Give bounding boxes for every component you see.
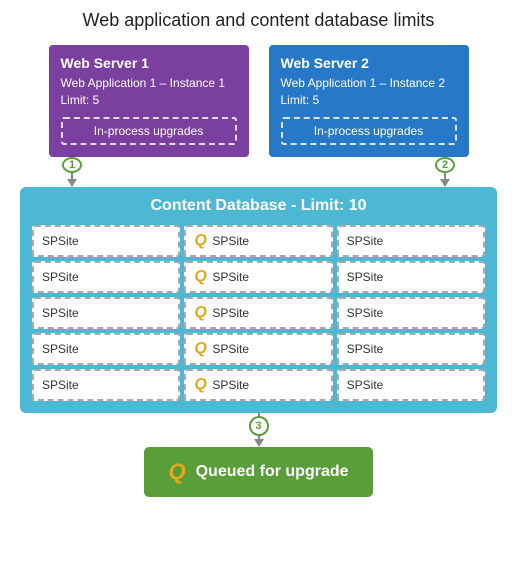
- spsite-cell: SPSite: [337, 297, 485, 329]
- q-icon: Q: [194, 304, 208, 322]
- spsite-cell: SPSite: [32, 225, 180, 257]
- spsite-cell: SPSite: [32, 261, 180, 293]
- circle-3: 3: [249, 416, 269, 436]
- spsite-cell: SPSite: [337, 369, 485, 401]
- top-arrows: 1 2: [10, 157, 507, 187]
- spsite-cell: QSPSite: [184, 369, 332, 401]
- circle-1: 1: [62, 157, 82, 173]
- queued-label: Queued for upgrade: [196, 463, 349, 481]
- queued-row: Q Queued for upgrade: [10, 447, 507, 497]
- web-server-1-info: Web Application 1 – Instance 1 Limit: 5: [61, 75, 237, 109]
- circle-2: 2: [435, 157, 455, 173]
- spsite-cell: QSPSite: [184, 261, 332, 293]
- page-title: Web application and content database lim…: [10, 10, 507, 31]
- web-server-2-info: Web Application 1 – Instance 2 Limit: 5: [281, 75, 457, 109]
- inprocess-box-1: In-process upgrades: [61, 117, 237, 145]
- q-icon: Q: [194, 340, 208, 358]
- bottom-arrow-section: 3: [10, 413, 507, 447]
- spsite-cell: SPSite: [337, 333, 485, 365]
- spsite-cell: QSPSite: [184, 225, 332, 257]
- spsite-cell: SPSite: [337, 261, 485, 293]
- spsite-cell: SPSite: [32, 333, 180, 365]
- arrow-2: 2: [435, 157, 455, 187]
- web-servers-row: Web Server 1 Web Application 1 – Instanc…: [10, 45, 507, 157]
- inprocess-box-2: In-process upgrades: [281, 117, 457, 145]
- q-icon: Q: [194, 268, 208, 286]
- spsite-cell: QSPSite: [184, 297, 332, 329]
- web-server-1: Web Server 1 Web Application 1 – Instanc…: [49, 45, 249, 157]
- content-db-title: Content Database - Limit: 10: [32, 197, 485, 215]
- queued-q-icon: Q: [168, 459, 185, 485]
- spsite-grid: SPSite QSPSite SPSite SPSite QSPSite SPS…: [32, 225, 485, 401]
- spsite-cell: SPSite: [337, 225, 485, 257]
- web-server-2-title: Web Server 2: [281, 55, 457, 71]
- spsite-cell: SPSite: [32, 369, 180, 401]
- arrow-1: 1: [62, 157, 82, 187]
- spsite-cell: QSPSite: [184, 333, 332, 365]
- spsite-cell: SPSite: [32, 297, 180, 329]
- queued-for-upgrade-box: Q Queued for upgrade: [144, 447, 372, 497]
- page-layout: Web application and content database lim…: [10, 10, 507, 497]
- web-server-1-title: Web Server 1: [61, 55, 237, 71]
- web-server-2: Web Server 2 Web Application 1 – Instanc…: [269, 45, 469, 157]
- arrow-3-line: 3: [249, 413, 269, 447]
- content-database: Content Database - Limit: 10 SPSite QSPS…: [20, 187, 497, 413]
- q-icon: Q: [194, 232, 208, 250]
- q-icon: Q: [194, 376, 208, 394]
